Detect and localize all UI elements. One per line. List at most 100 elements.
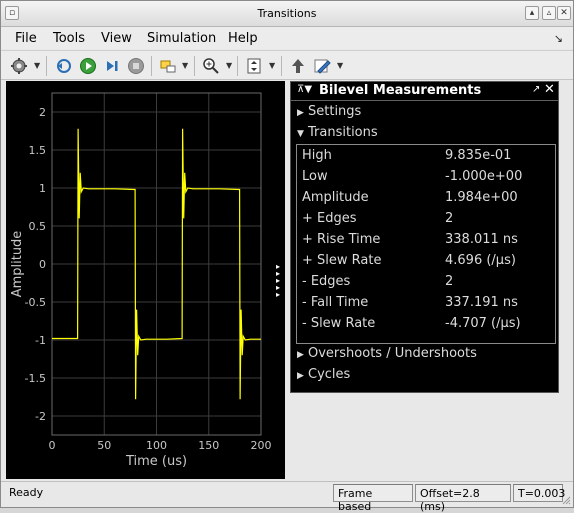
zoom-dropdown-icon[interactable]: ▼: [226, 61, 232, 70]
section-settings[interactable]: ▶ Settings: [297, 104, 361, 119]
x-tick-label: 200: [251, 439, 272, 452]
measurement-row: + Slew Rate 4.696 (/µs): [302, 253, 552, 273]
y-tick-label: 0.5: [29, 220, 47, 233]
measurement-value: 1.984e+00: [445, 190, 518, 205]
measurement-row: High 9.835e-01: [302, 148, 552, 168]
plot-area[interactable]: 0 50 100 150 200 2 1.5 1 0.5 0 -0.5 -1 -1.5 -2 Time (u…: [6, 81, 285, 479]
measurement-value: 2: [445, 274, 454, 289]
zoom-in-icon[interactable]: [200, 55, 222, 77]
run-icon[interactable]: [77, 55, 99, 77]
measurement-value: 338.011 ns: [445, 232, 518, 247]
time-scope-chart[interactable]: 0 50 100 150 200 2 1.5 1 0.5 0 -0.5 -1 -1.5 -2 Time (u…: [6, 81, 285, 479]
scale-axes-icon[interactable]: [243, 55, 265, 77]
section-transitions-label: Transitions: [308, 125, 378, 140]
y-tick-label: -0.5: [25, 296, 46, 309]
transitions-table: High 9.835e-01 Low -1.000e+00 Amplitude 1.9…: [296, 144, 556, 344]
measurement-row: - Edges 2: [302, 274, 552, 294]
status-text: Ready: [9, 486, 44, 499]
section-cycles[interactable]: ▶ Cycles: [297, 367, 350, 382]
measurement-label: + Slew Rate: [302, 253, 382, 268]
pin-icon[interactable]: ⊼▼: [297, 84, 312, 95]
section-settings-label: Settings: [308, 104, 362, 119]
stop-icon[interactable]: [125, 55, 147, 77]
panel-collapse-handle[interactable]: ▸ ▸ ▸ ▸ ▸: [276, 263, 286, 299]
measurement-label: - Fall Time: [302, 295, 369, 310]
section-overshoots-label: Overshoots / Undershoots: [308, 346, 477, 361]
measurement-label: High: [302, 148, 332, 163]
measurement-label: + Edges: [302, 211, 357, 226]
highlight-icon[interactable]: [157, 55, 179, 77]
toolbar-separator: [151, 56, 152, 76]
step-forward-icon[interactable]: [101, 55, 123, 77]
toolbar-separator: [194, 56, 195, 76]
expanded-arrow-icon: ▼: [297, 129, 304, 139]
x-tick-label: 0: [49, 439, 56, 452]
measurement-row: Amplitude 1.984e+00: [302, 190, 552, 210]
collapsed-arrow-icon: ▶: [297, 371, 304, 381]
menu-view[interactable]: View: [101, 31, 132, 46]
panel-title: Bilevel Measurements: [319, 83, 482, 98]
measurement-label: - Edges: [302, 274, 351, 289]
menu-help[interactable]: Help: [228, 31, 258, 46]
collapsed-arrow-icon: ▶: [297, 108, 304, 118]
close-window-icon[interactable]: ✕: [557, 6, 571, 20]
style-pen-icon[interactable]: [311, 55, 333, 77]
measurement-value: 9.835e-01: [445, 148, 512, 163]
x-tick-label: 150: [198, 439, 219, 452]
measurement-row: Low -1.000e+00: [302, 169, 552, 189]
measurement-value: 2: [445, 211, 454, 226]
measurement-value: 4.696 (/µs): [445, 253, 516, 268]
resize-grip-icon[interactable]: [561, 495, 571, 505]
measurement-row: - Slew Rate -4.707 (/µs): [302, 316, 552, 336]
bring-to-front-icon[interactable]: [287, 55, 309, 77]
menu-simulation[interactable]: Simulation: [147, 31, 216, 46]
highlight-dropdown-icon[interactable]: ▼: [182, 61, 188, 70]
measurement-row: + Rise Time 338.011 ns: [302, 232, 552, 252]
measurement-row: - Fall Time 337.191 ns: [302, 295, 552, 315]
status-time: T=0.003: [513, 484, 565, 502]
settings-dropdown-icon[interactable]: ▼: [34, 61, 40, 70]
measurement-value: -4.707 (/µs): [445, 316, 521, 331]
toolbar-separator: [281, 56, 282, 76]
settings-icon[interactable]: [8, 55, 30, 77]
y-tick-label: -2: [35, 410, 46, 423]
panel-undock-icon[interactable]: ↗: [532, 84, 540, 95]
measurement-label: Amplitude: [302, 190, 369, 205]
measurement-value: 337.191 ns: [445, 295, 518, 310]
toolbar-separator: [46, 56, 47, 76]
y-tick-label: 1: [39, 182, 46, 195]
measurement-label: Low: [302, 169, 328, 184]
panel-header: ⊼▼ Bilevel Measurements ↗ ✕: [291, 82, 558, 101]
maximize-icon[interactable]: ▵: [542, 6, 556, 20]
section-overshoots[interactable]: ▶ Overshoots / Undershoots: [297, 346, 477, 361]
x-tick-label: 100: [146, 439, 167, 452]
panel-close-icon[interactable]: ✕: [544, 82, 555, 97]
menu-bar: File Tools View Simulation Help ↘: [1, 27, 573, 49]
status-offset: Offset=2.8 (ms): [415, 484, 511, 513]
menu-tools[interactable]: Tools: [53, 31, 85, 46]
title-bar: ▫ Transitions ▴ ▵ ✕: [1, 1, 573, 27]
y-axis-label: Amplitude: [10, 231, 25, 298]
section-transitions[interactable]: ▼ Transitions: [297, 125, 378, 140]
collapsed-arrow-icon: ▶: [297, 350, 304, 360]
status-mode: Frame based: [333, 484, 413, 513]
scale-dropdown-icon[interactable]: ▼: [269, 61, 275, 70]
measurement-label: + Rise Time: [302, 232, 381, 247]
measurement-value: -1.000e+00: [445, 169, 523, 184]
x-axis-label: Time (us): [125, 454, 187, 469]
toolbar-separator: [237, 56, 238, 76]
status-bar: Ready Frame based Offset=2.8 (ms) T=0.00…: [1, 481, 573, 513]
style-dropdown-icon[interactable]: ▼: [337, 61, 343, 70]
x-tick-label: 50: [97, 439, 111, 452]
step-back-icon[interactable]: [52, 55, 74, 77]
toolbar: ▼ ▼ ▼ ▼ ▼: [1, 50, 573, 80]
section-cycles-label: Cycles: [308, 367, 351, 382]
scope-window: ▫ Transitions ▴ ▵ ✕ File Tools View Simu…: [0, 0, 574, 513]
bilevel-measurements-panel: ⊼▼ Bilevel Measurements ↗ ✕ ▶ Settings ▼ T…: [290, 81, 559, 393]
minimize-icon[interactable]: ▴: [525, 6, 539, 20]
measurement-row: + Edges 2: [302, 211, 552, 231]
y-tick-label: 0: [39, 258, 46, 271]
menu-file[interactable]: File: [15, 31, 37, 46]
undock-icon[interactable]: ↘: [554, 32, 563, 45]
window-title: Transitions: [257, 7, 317, 20]
